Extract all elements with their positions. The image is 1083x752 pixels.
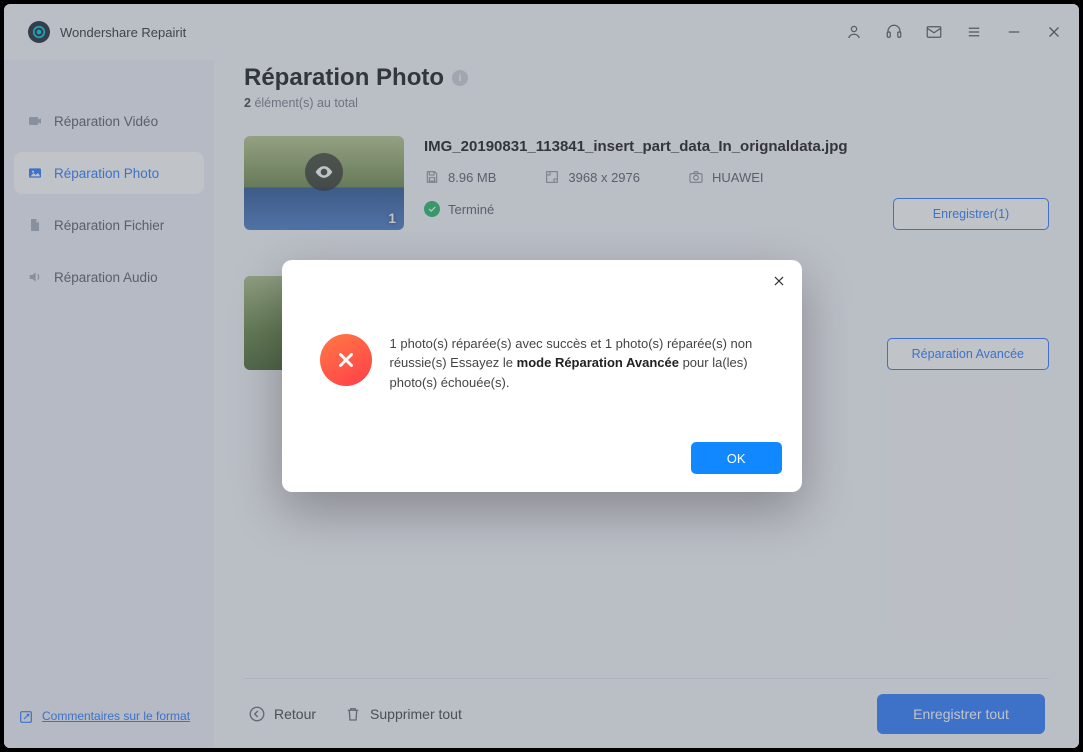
- modal-overlay: 1 photo(s) réparée(s) avec succès et 1 p…: [4, 4, 1079, 748]
- error-icon: [320, 334, 372, 386]
- modal-message: 1 photo(s) réparée(s) avec succès et 1 p…: [390, 334, 764, 393]
- modal-ok-button[interactable]: OK: [691, 442, 782, 474]
- modal-close-button[interactable]: [772, 274, 788, 290]
- modal-dialog: 1 photo(s) réparée(s) avec succès et 1 p…: [282, 260, 802, 493]
